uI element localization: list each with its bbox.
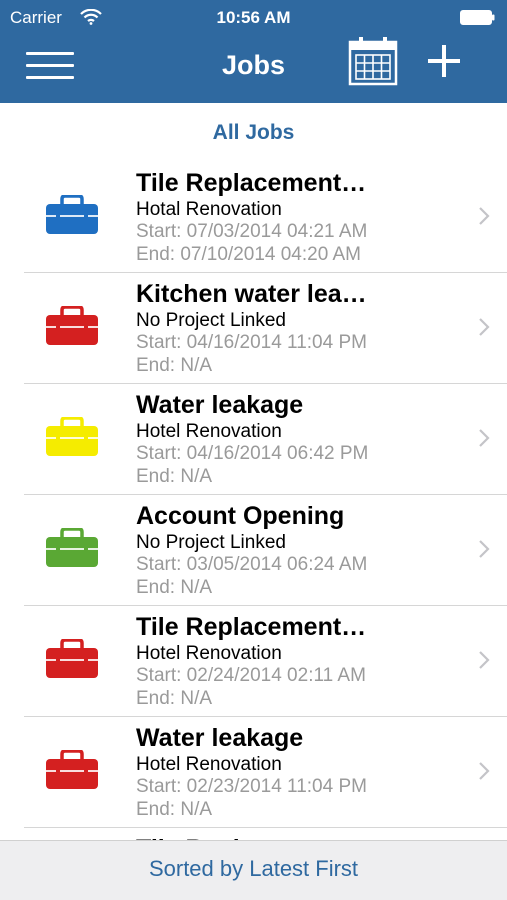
job-start: Start: 04/16/2014 06:42 PM xyxy=(136,443,369,464)
job-row[interactable]: Water leakage Hotel Renovation Start: 02… xyxy=(24,717,507,828)
job-title: Account Opening xyxy=(136,502,345,530)
job-project: Hotel Renovation xyxy=(136,421,282,442)
battery-icon xyxy=(460,10,495,25)
chevron-right-icon xyxy=(479,762,490,780)
status-time: 10:56 AM xyxy=(216,8,291,27)
chevron-right-icon xyxy=(479,651,490,669)
job-project: Hotel Renovation xyxy=(136,754,282,775)
calendar-icon[interactable] xyxy=(348,36,398,86)
job-start: Start: 07/03/2014 04:21 AM xyxy=(136,221,368,242)
job-row[interactable]: Tile Replacement… Hotal Renovation Start… xyxy=(24,162,507,273)
job-row[interactable]: Water leakage Hotel Renovation Start: 04… xyxy=(24,384,507,495)
toolbox-icon xyxy=(46,306,98,345)
status-bar: Carrier 10:56 AM xyxy=(0,0,507,36)
job-end: End: N/A xyxy=(136,355,213,376)
job-project: No Project Linked xyxy=(136,532,286,553)
chevron-right-icon xyxy=(479,207,490,225)
sort-button[interactable]: Sorted by Latest First xyxy=(0,856,507,882)
job-end: End: 07/10/2014 04:20 AM xyxy=(136,244,362,265)
job-title: Tile Replacement… xyxy=(136,169,367,197)
job-title: Water leakage xyxy=(136,391,304,419)
job-title: Water leakage xyxy=(136,724,304,752)
job-end: End: N/A xyxy=(136,466,213,487)
toolbox-icon xyxy=(46,639,98,678)
job-title: Tile Replacement… xyxy=(136,613,367,641)
app-header: Carrier 10:56 AM Jobs xyxy=(0,0,507,103)
job-title: Kitchen water lea… xyxy=(136,280,367,308)
job-end: End: N/A xyxy=(136,577,213,598)
job-project: Hotal Renovation xyxy=(136,199,282,220)
job-list: Tile Replacement… Hotal Renovation Start… xyxy=(0,162,507,840)
job-row[interactable]: Account Opening No Project Linked Start:… xyxy=(24,495,507,606)
job-project: Hotel Renovation xyxy=(136,643,282,664)
section-title: All Jobs xyxy=(212,121,295,144)
toolbox-icon xyxy=(46,195,98,234)
job-project: No Project Linked xyxy=(136,310,286,331)
chevron-right-icon xyxy=(479,318,490,336)
job-start: Start: 03/05/2014 06:24 AM xyxy=(136,554,368,575)
toolbox-icon xyxy=(46,528,98,567)
job-row[interactable]: Tile Replacement… Hotel Renovation Start… xyxy=(24,606,507,717)
nav-bar: Jobs xyxy=(0,36,507,103)
chevron-right-icon xyxy=(479,429,490,447)
job-start: Start: 02/23/2014 11:04 PM xyxy=(136,776,367,797)
chevron-right-icon xyxy=(479,540,490,558)
job-end: End: N/A xyxy=(136,688,213,709)
footer-bar: Sorted by Latest First xyxy=(0,840,507,900)
job-start: Start: 02/24/2014 02:11 AM xyxy=(136,665,366,686)
add-icon[interactable] xyxy=(424,41,464,81)
toolbox-icon xyxy=(46,750,98,789)
job-row[interactable]: Kitchen water lea… No Project Linked Sta… xyxy=(24,273,507,384)
job-row[interactable]: Tile Replacement… xyxy=(24,828,507,840)
job-start: Start: 04/16/2014 11:04 PM xyxy=(136,332,367,353)
job-end: End: N/A xyxy=(136,799,213,820)
toolbox-icon xyxy=(46,417,98,456)
